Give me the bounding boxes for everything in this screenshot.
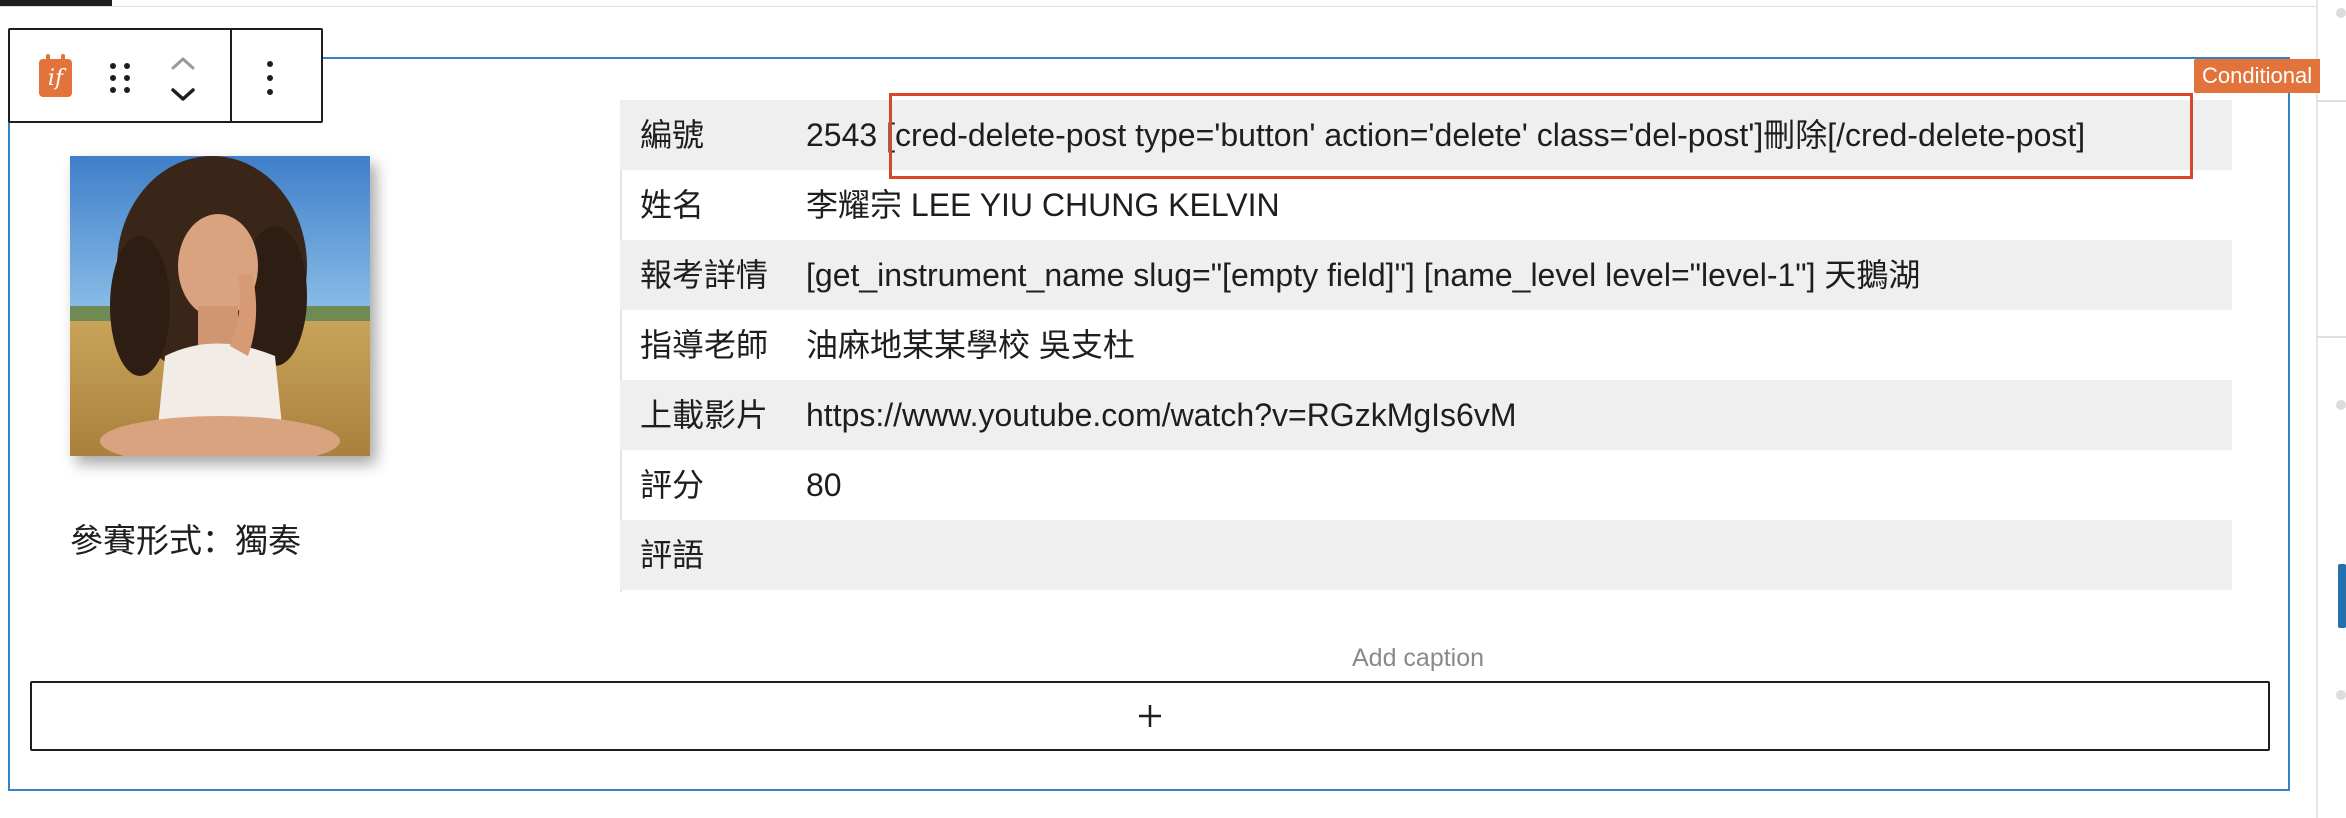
toolbar-divider xyxy=(230,30,232,121)
block-toolbar: if xyxy=(8,28,323,123)
sidebar-control-icon[interactable] xyxy=(2336,690,2346,700)
sidebar-divider xyxy=(2316,336,2346,338)
sidebar-control-icon[interactable] xyxy=(2336,8,2346,18)
chevron-up-icon[interactable] xyxy=(171,57,195,70)
row-value-exam-details: [get_instrument_name slug="[empty field]… xyxy=(806,240,2232,310)
row-label-name: 姓名 xyxy=(640,187,705,223)
table-row: 評語 xyxy=(620,520,2232,590)
row-label-teacher: 指導老師 xyxy=(640,327,769,363)
top-divider xyxy=(0,6,2346,7)
row-value-name: 李耀宗 LEE YIU CHUNG KELVIN xyxy=(806,187,1280,223)
add-block-button[interactable] xyxy=(30,681,2270,751)
chevron-down-icon[interactable] xyxy=(171,88,195,101)
sidebar-control-icon[interactable] xyxy=(2336,400,2346,410)
portrait-photo xyxy=(70,156,370,456)
entry-id: 2543 xyxy=(806,117,878,153)
conditional-badge: Conditional xyxy=(2194,59,2321,93)
row-label-score: 評分 xyxy=(640,467,705,503)
shortcode-highlight-box xyxy=(889,93,2193,179)
row-label-exam-details: 報考詳情 xyxy=(620,240,806,310)
row-label-video: 上載影片 xyxy=(620,380,806,450)
table-row: 報考詳情 [get_instrument_name slug="[empty f… xyxy=(620,240,2232,310)
row-value-score: 80 xyxy=(806,467,842,503)
table-row: 評分 80 xyxy=(620,450,2232,520)
row-value-video-link[interactable]: https://www.youtube.com/watch?v=RGzkMgIs… xyxy=(806,380,2232,450)
conditional-if-icon[interactable]: if xyxy=(39,54,72,97)
plus-icon xyxy=(1139,705,1161,727)
row-label-number: 編號 xyxy=(620,100,806,170)
sidebar-divider xyxy=(2316,100,2346,102)
drag-handle-icon[interactable] xyxy=(110,63,132,93)
move-block-controls xyxy=(168,50,198,110)
table-row: 指導老師 油麻地某某學校 吳支杜 xyxy=(620,310,2232,380)
row-value-comments xyxy=(806,520,2232,590)
more-vertical-icon[interactable] xyxy=(265,61,275,95)
contest-form-label: 參賽形式：獨奏 xyxy=(70,522,301,559)
row-value-teacher: 油麻地某某學校 吳支杜 xyxy=(806,327,1135,363)
table-row: 上載影片 https://www.youtube.com/watch?v=RGz… xyxy=(620,380,2232,450)
table-row: 姓名 李耀宗 LEE YIU CHUNG KELVIN xyxy=(620,170,2232,240)
add-caption-placeholder[interactable]: Add caption xyxy=(1352,643,1484,673)
row-label-comments: 評語 xyxy=(620,520,806,590)
sidebar-active-marker[interactable] xyxy=(2338,564,2346,628)
